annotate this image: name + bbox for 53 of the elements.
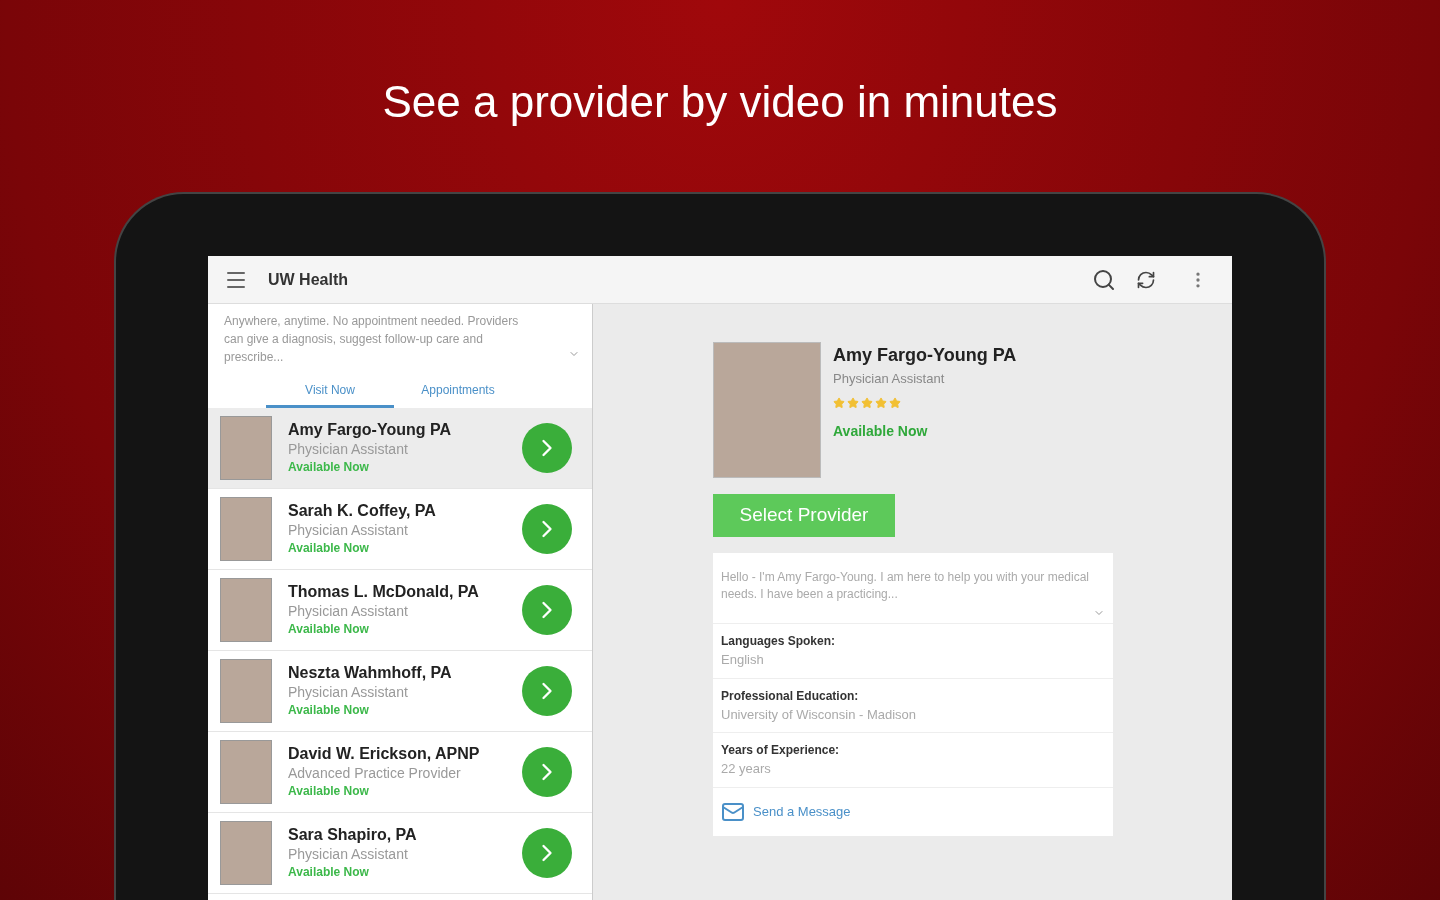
select-arrow-button[interactable] [522, 666, 572, 716]
photo-placeholder [220, 740, 272, 804]
photo-placeholder [220, 821, 272, 885]
availability-status: Available Now [288, 702, 370, 719]
refresh-icon[interactable] [1136, 269, 1156, 290]
select-arrow-button[interactable] [522, 747, 572, 797]
availability-status: Available Now [833, 421, 929, 441]
select-arrow-button[interactable] [522, 585, 572, 635]
star-icon [833, 396, 845, 409]
provider-name: Amy Fargo-Young PA [288, 420, 452, 440]
availability-status: Available Now [288, 864, 370, 881]
provider-name: David W. Erickson, APNP [288, 744, 481, 764]
provider-role: Physician Assistant [288, 683, 409, 702]
provider-name: Thomas L. McDonald, PA [288, 582, 480, 602]
fact-value: University of Wisconsin - Madison [721, 705, 918, 724]
provider-role: Physician Assistant [288, 602, 409, 621]
select-arrow-button[interactable] [522, 828, 572, 878]
select-arrow-button[interactable] [522, 423, 572, 473]
fact-value: 22 years [721, 760, 772, 778]
photo-placeholder [220, 416, 272, 480]
provider-name: Sara Shapiro, PA [288, 825, 418, 845]
provider-name: Neszta Wahmhoff, PA [288, 663, 453, 683]
provider-role: Physician Assistant [288, 440, 409, 459]
headline: See a provider by video in minutes [382, 76, 1058, 128]
availability-status: Available Now [288, 459, 370, 476]
search-icon[interactable] [1092, 267, 1116, 292]
provider-name: Sarah K. Coffey, PA [288, 501, 437, 521]
photo-placeholder [220, 578, 272, 642]
provider-role: Advanced Practice Provider [288, 764, 462, 783]
availability-status: Available Now [288, 621, 370, 638]
send-message-link[interactable]: Send a Message [753, 801, 851, 822]
provider-role: Physician Assistant [833, 370, 946, 388]
photo-placeholder [220, 659, 272, 723]
fact-label: Years of Experience: [721, 742, 841, 759]
fact-label: Professional Education: [721, 687, 860, 705]
star-icon [861, 396, 873, 409]
intro-text: Anywhere, anytime. No appointment needed. Providers can give a diagnosis, suggest follow-up care and prescribe... [224, 313, 520, 366]
provider-role: Physician Assistant [288, 521, 409, 540]
app-title: UW Health [268, 269, 348, 290]
fact-value: English [721, 651, 765, 669]
tab[interactable]: Appointments [394, 374, 522, 408]
provider-role: Physician Assistant [288, 845, 409, 864]
availability-status: Available Now [288, 540, 370, 557]
star-icon [889, 396, 901, 409]
provider-name: Amy Fargo-Young PA [833, 344, 1017, 367]
select-arrow-button[interactable] [522, 504, 572, 554]
star-icon [875, 396, 887, 409]
bio-text: Hello - I'm Amy Fargo-Young. I am here to help you with your medical needs. I have been a practicing... [721, 569, 1090, 603]
photo-placeholder [220, 497, 272, 561]
provider-row[interactable]: Amy Fargo-Young PA Physician Assistant Available Now [208, 408, 592, 489]
star-icon [847, 396, 859, 409]
fact-label: Languages Spoken: [721, 633, 837, 650]
availability-status: Available Now [288, 783, 370, 800]
